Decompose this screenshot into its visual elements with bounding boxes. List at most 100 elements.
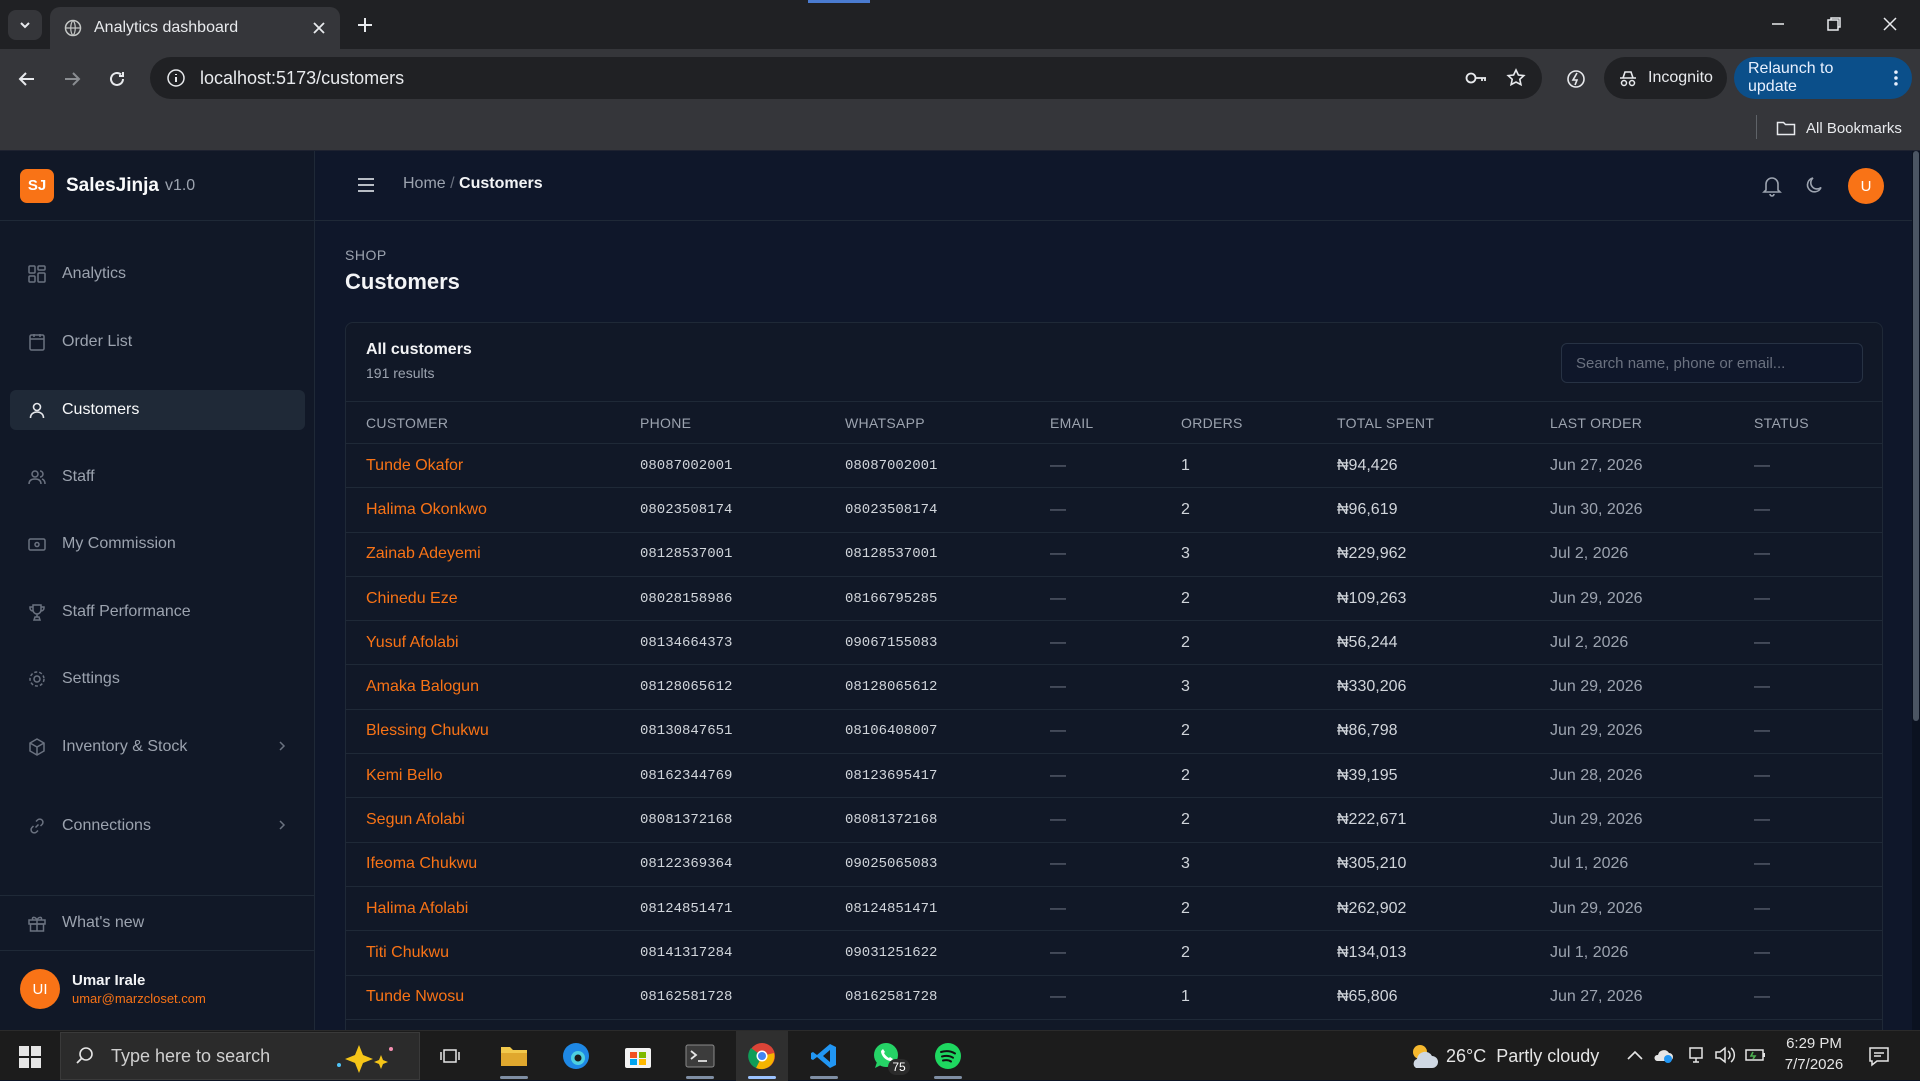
site-info-icon[interactable] <box>166 68 186 88</box>
moon-icon[interactable] <box>1805 175 1825 195</box>
whats-new-button[interactable]: What's new <box>10 903 305 943</box>
edge-app[interactable] <box>550 1031 602 1081</box>
taskbar-search[interactable]: Type here to search <box>60 1032 420 1080</box>
sidebar-item-customers[interactable]: Customers <box>10 390 305 430</box>
notification-icon[interactable] <box>1868 1045 1890 1067</box>
cell-customer-name[interactable]: Titi Chukwu <box>346 930 620 976</box>
header-avatar[interactable]: U <box>1848 168 1884 204</box>
sidebar-item-connections[interactable]: Connections <box>10 806 305 846</box>
cloud-icon[interactable] <box>1652 1045 1674 1065</box>
address-bar[interactable]: localhost:5173/customers <box>150 57 1542 99</box>
breadcrumb-home[interactable]: Home <box>403 175 446 192</box>
terminal-app[interactable] <box>674 1031 726 1081</box>
chevron-right-icon <box>279 741 286 751</box>
table-row[interactable]: Kemi Bello 08162344769 08123695417—2 ₦39,19… <box>346 753 1882 799</box>
kebab-menu-icon[interactable] <box>1894 69 1898 87</box>
sidebar-item-inventory[interactable]: Inventory & Stock <box>10 727 305 767</box>
hamburger-menu-icon[interactable] <box>357 177 375 193</box>
column-header-phone[interactable]: PHONE <box>620 401 825 444</box>
tab-title: Analytics dashboard <box>94 19 239 36</box>
table-row[interactable]: Yusuf Afolabi 08134664373 09067155083—2 ₦56… <box>346 620 1882 666</box>
bookmark-star-icon[interactable] <box>1506 68 1526 88</box>
browser-tab-active[interactable]: Analytics dashboard <box>50 7 340 49</box>
url-text[interactable]: localhost:5173/customers <box>200 68 404 89</box>
device-icon[interactable] <box>1686 1045 1706 1065</box>
cell-customer-name[interactable]: Segun Afolabi <box>346 797 620 843</box>
cell-customer-name[interactable]: Yusuf Afolabi <box>346 620 620 666</box>
file-explorer-app[interactable] <box>488 1031 540 1081</box>
cell-customer-name[interactable]: Halima Okonkwo <box>346 487 620 533</box>
cell-phone: 08081372168 <box>620 797 825 843</box>
column-header-last-order[interactable]: LAST ORDER <box>1530 401 1734 444</box>
cell-customer-name[interactable]: Tunde Nwosu <box>346 975 620 1020</box>
table-row[interactable]: Halima Okonkwo 08023508174 08023508174—2 ₦9… <box>346 487 1882 533</box>
table-row[interactable]: Blessing Chukwu 08130847651 08106408007—2 ₦… <box>346 709 1882 755</box>
user-profile[interactable]: UI Umar Irale umar@marzcloset.com <box>20 969 206 1009</box>
relaunch-button[interactable]: Relaunch to update <box>1734 57 1912 99</box>
battery-icon[interactable] <box>1744 1046 1768 1064</box>
table-row[interactable]: Tunde Nwosu 08162581728 08162581728—1 ₦65,8… <box>346 975 1882 1020</box>
cell-last-order: Jun 28, 2026 <box>1530 753 1734 799</box>
cell-customer-name[interactable]: Halima Afolabi <box>346 886 620 932</box>
sidebar-item-staff[interactable]: Staff <box>10 457 305 497</box>
column-header-whatsapp[interactable]: WHATSAPP <box>825 401 1030 444</box>
new-tab-icon[interactable] <box>356 16 374 34</box>
table-row[interactable]: Zainab Adeyemi 08128537001 08128537001—3 ₦2… <box>346 532 1882 577</box>
column-header-status[interactable]: STATUS <box>1734 401 1882 444</box>
restore-icon[interactable] <box>1826 16 1842 32</box>
clock[interactable]: 6:29 PM 7/7/2026 <box>1774 1035 1854 1073</box>
volume-icon[interactable] <box>1714 1045 1736 1065</box>
store-app[interactable] <box>612 1031 664 1081</box>
table-row[interactable]: Titi Chukwu 08141317284 09031251622—2 ₦134,… <box>346 930 1882 976</box>
column-header-total-spent[interactable]: TOTAL SPENT <box>1317 401 1530 444</box>
search-input[interactable] <box>1561 343 1863 383</box>
vscode-app[interactable] <box>798 1031 850 1081</box>
windows-start-icon[interactable] <box>19 1046 41 1068</box>
cell-customer-name[interactable]: Amaka Balogun <box>346 664 620 710</box>
column-header-customer[interactable]: CUSTOMER <box>346 401 620 444</box>
table-row[interactable]: Tunde Okafor 08087002001 08087002001—1 ₦94,… <box>346 443 1882 489</box>
brand[interactable]: SJ SalesJinja v1.0 <box>0 151 315 221</box>
cell-total-spent: ₦134,013 <box>1317 930 1530 976</box>
back-icon[interactable] <box>17 69 37 89</box>
close-icon[interactable] <box>312 21 326 35</box>
tab-search-button[interactable] <box>8 10 42 40</box>
scrollbar-track[interactable] <box>1912 151 1920 1030</box>
task-view-button[interactable] <box>424 1031 476 1081</box>
table-row[interactable]: Amaka Balogun 08128065612 08128065612—3 ₦33… <box>346 664 1882 710</box>
cell-customer-name[interactable]: Blessing Chukwu <box>346 709 620 755</box>
cell-customer-name[interactable]: Kemi Bello <box>346 753 620 799</box>
extension-icon[interactable] <box>1565 68 1587 90</box>
cell-customer-name[interactable]: Ifeoma Chukwu <box>346 842 620 887</box>
weather-text[interactable]: 26°C Partly cloudy <box>1446 1046 1599 1067</box>
spotify-app[interactable] <box>922 1031 974 1081</box>
window-close-icon[interactable] <box>1882 16 1898 32</box>
scrollbar-thumb[interactable] <box>1913 151 1919 721</box>
table-row[interactable]: Segun Afolabi 08081372168 08081372168—2 ₦22… <box>346 797 1882 843</box>
sidebar-item-my-commission[interactable]: My Commission <box>10 524 305 564</box>
clock-time: 6:29 PM <box>1786 1035 1842 1052</box>
whatsapp-app[interactable]: 75 <box>860 1031 912 1081</box>
forward-icon[interactable] <box>62 69 82 89</box>
column-header-orders[interactable]: ORDERS <box>1161 401 1317 444</box>
table-row[interactable]: Ifeoma Chukwu 08122369364 09025065083—3 ₦30… <box>346 842 1882 887</box>
all-bookmarks-button[interactable]: All Bookmarks <box>1776 115 1902 141</box>
bell-icon[interactable] <box>1762 175 1782 197</box>
chevron-up-icon[interactable] <box>1626 1049 1644 1061</box>
cell-customer-name[interactable]: Zainab Adeyemi <box>346 532 620 577</box>
minimize-icon[interactable] <box>1770 16 1786 32</box>
table-row[interactable]: Halima Afolabi 08124851471 08124851471—2 ₦2… <box>346 886 1882 932</box>
sidebar-item-order-list[interactable]: Order List <box>10 322 305 362</box>
sidebar-item-analytics[interactable]: Analytics <box>10 254 305 294</box>
sidebar-item-staff-performance[interactable]: Staff Performance <box>10 592 305 632</box>
column-header-email[interactable]: EMAIL <box>1030 401 1161 444</box>
cell-phone: 08141317284 <box>620 930 825 976</box>
sidebar-item-settings[interactable]: Settings <box>10 659 305 699</box>
password-key-icon[interactable] <box>1464 68 1488 88</box>
reload-icon[interactable] <box>107 69 127 89</box>
cell-customer-name[interactable]: Tunde Okafor <box>346 443 620 489</box>
incognito-chip[interactable]: Incognito <box>1604 57 1727 99</box>
table-row[interactable]: Chinedu Eze 08028158986 08166795285—2 ₦109,… <box>346 576 1882 622</box>
cell-customer-name[interactable]: Chinedu Eze <box>346 576 620 622</box>
chrome-app[interactable] <box>736 1031 788 1081</box>
